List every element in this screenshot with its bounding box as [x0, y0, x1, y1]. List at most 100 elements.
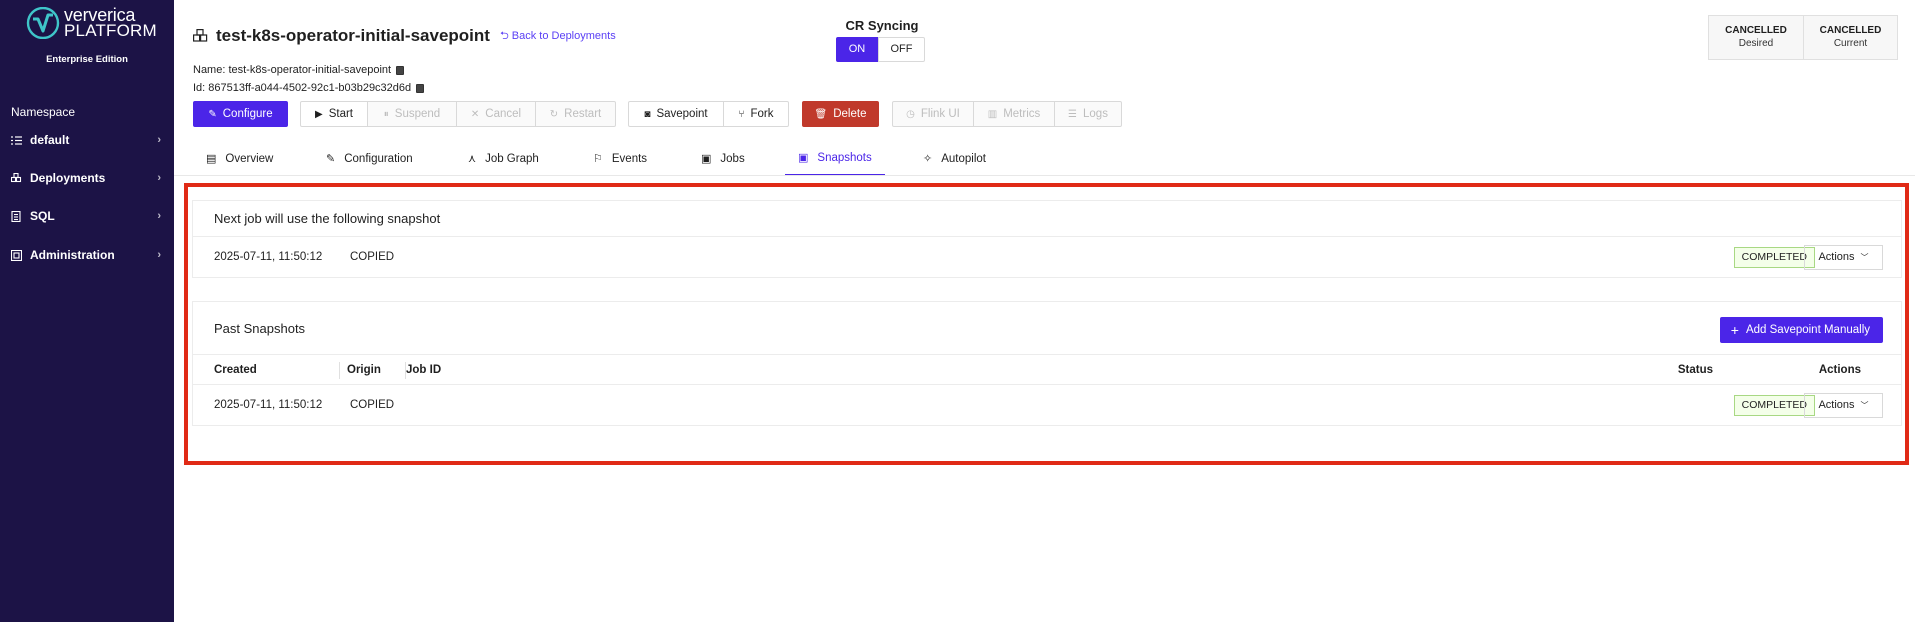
- copy-name-icon[interactable]: [396, 65, 405, 75]
- tab-divider: [174, 175, 1915, 176]
- configure-label: Configure: [222, 108, 273, 120]
- start-button[interactable]: ▶ Start: [300, 101, 368, 127]
- list-icon: [11, 135, 22, 146]
- current-state-label: Current: [1833, 38, 1868, 49]
- sidebar-item-sql[interactable]: SQL ›: [0, 201, 174, 231]
- sidebar-item-label: Deployments: [30, 171, 106, 185]
- desired-state-value: CANCELLED: [1725, 25, 1787, 36]
- trash-icon: 🗑: [814, 108, 828, 120]
- fork-label: Fork: [750, 108, 774, 120]
- chevron-down-icon: ﹀: [1860, 400, 1869, 410]
- suspend-label: Suspend: [394, 108, 441, 120]
- add-savepoint-button[interactable]: + Add Savepoint Manually: [1719, 317, 1883, 343]
- tab-label: Events: [611, 152, 648, 165]
- chart-icon: ▥: [987, 108, 998, 120]
- app-root: ververica PLATFORM Enterprise Edition Na…: [0, 0, 1915, 622]
- cr-syncing: CR Syncing ON OFF: [836, 18, 928, 62]
- sidebar-item-deployments[interactable]: Deployments ›: [0, 163, 174, 193]
- column-actions: Actions: [1818, 363, 1861, 376]
- tab-configuration[interactable]: ✎ Configuration: [326, 141, 413, 176]
- chevron-down-icon: ﹀: [1860, 252, 1869, 262]
- autopilot-icon: ✧: [923, 153, 933, 165]
- savepoint-button[interactable]: ◙ Savepoint: [628, 101, 724, 127]
- status-badge: COMPLETED: [1733, 394, 1815, 416]
- deployment-header: test-k8s-operator-initial-savepoint ⮌ Ba…: [193, 26, 616, 46]
- tab-snapshots[interactable]: ▣ Snapshots: [785, 141, 885, 176]
- cancel-button[interactable]: ✕ Cancel: [456, 101, 536, 127]
- tab-label: Autopilot: [941, 152, 986, 165]
- wrench-icon: ✎: [326, 153, 336, 165]
- back-to-deployments-link[interactable]: ⮌ Back to Deployments: [500, 27, 616, 46]
- cancel-label: Cancel: [485, 108, 522, 120]
- gauge-icon: ◷: [906, 108, 915, 120]
- column-separator: [339, 362, 340, 379]
- deployment-name-text: Name: test-k8s-operator-initial-savepoin…: [193, 64, 392, 76]
- start-label: Start: [328, 108, 353, 120]
- next-snapshot-title: Next job will use the following snapshot: [193, 201, 1901, 237]
- cr-sync-on-button[interactable]: ON: [836, 37, 878, 62]
- back-arrow-icon: ⮌: [499, 29, 509, 42]
- copy-id-icon[interactable]: [416, 83, 425, 93]
- logs-label: Logs: [1083, 108, 1108, 120]
- ververica-logo-icon: [26, 7, 60, 39]
- delete-button[interactable]: 🗑 Delete: [802, 101, 879, 127]
- cr-sync-off-button[interactable]: OFF: [878, 37, 925, 62]
- next-snapshot-card: Next job will use the following snapshot…: [192, 200, 1902, 278]
- snapshot-origin: COPIED: [350, 399, 395, 411]
- flink-ui-label: Flink UI: [920, 108, 960, 120]
- suspend-button[interactable]: ⏸ Suspend: [367, 101, 457, 127]
- tab-autopilot[interactable]: ✧ Autopilot: [923, 141, 986, 176]
- graph-icon: ⋏: [468, 153, 477, 165]
- logo[interactable]: ververica PLATFORM: [26, 6, 157, 40]
- tab-overview[interactable]: ▤ Overview: [206, 141, 273, 176]
- overview-icon: ▤: [206, 153, 217, 165]
- restart-label: Restart: [564, 108, 602, 120]
- sidebar-item-label: default: [30, 133, 70, 147]
- chevron-right-icon: ›: [157, 134, 161, 146]
- actions-dropdown[interactable]: Actions ﹀: [1804, 244, 1883, 270]
- logs-button[interactable]: ☰ Logs: [1054, 101, 1122, 127]
- status-badge: COMPLETED: [1733, 246, 1815, 268]
- delete-label: Delete: [833, 108, 867, 120]
- add-savepoint-label: Add Savepoint Manually: [1745, 324, 1870, 336]
- metrics-label: Metrics: [1003, 108, 1041, 120]
- actions-dropdown[interactable]: Actions ﹀: [1804, 392, 1883, 418]
- snapshot-created: 2025-07-11, 11:50:12: [214, 399, 323, 411]
- tab-label: Snapshots: [817, 151, 872, 164]
- column-job-id: Job ID: [406, 363, 442, 376]
- tab-job-graph[interactable]: ⋏ Job Graph: [468, 141, 539, 176]
- admin-icon: [11, 249, 22, 261]
- cr-syncing-label: CR Syncing: [845, 18, 919, 33]
- events-icon: ⚐: [593, 153, 603, 165]
- back-link-label: Back to Deployments: [511, 30, 616, 42]
- column-status: Status: [1677, 363, 1713, 376]
- close-icon: ✕: [470, 108, 480, 120]
- tab-events[interactable]: ⚐ Events: [593, 141, 647, 176]
- sidebar-item-administration[interactable]: Administration ›: [0, 240, 174, 270]
- sidebar-item-label: SQL: [30, 209, 55, 223]
- snapshot-origin: COPIED: [350, 251, 395, 263]
- deployment-id-line: Id: 867513ff-a044-4502-92c1-b03b29c32d6d: [193, 82, 425, 94]
- savepoint-label: Savepoint: [656, 108, 708, 120]
- fork-button[interactable]: ⑂ Fork: [723, 101, 789, 127]
- jobs-icon: ▣: [701, 153, 712, 165]
- tab-label: Job Graph: [485, 152, 539, 165]
- next-snapshot-row: 2025-07-11, 11:50:12 COPIED COMPLETED Ac…: [193, 237, 1901, 277]
- sidebar: ververica PLATFORM Enterprise Edition Na…: [0, 0, 174, 622]
- restart-button[interactable]: ↻ Restart: [535, 101, 616, 127]
- flink-ui-button[interactable]: ◷ Flink UI: [892, 101, 974, 127]
- table-row: 2025-07-11, 11:50:12 COPIED COMPLETED Ac…: [193, 385, 1901, 425]
- metrics-button[interactable]: ▥ Metrics: [973, 101, 1055, 127]
- tab-label: Jobs: [720, 152, 745, 165]
- sidebar-item-default[interactable]: default ›: [0, 125, 174, 155]
- tab-jobs[interactable]: ▣ Jobs: [701, 141, 745, 176]
- namespace-label: Namespace: [11, 105, 76, 119]
- pause-icon: ⏸: [383, 108, 389, 120]
- logo-platform-text: PLATFORM: [64, 21, 157, 40]
- desired-state: CANCELLED Desired: [1709, 16, 1803, 59]
- restart-icon: ↻: [549, 108, 559, 120]
- sql-icon: [11, 210, 22, 222]
- configure-button[interactable]: ✎ Configure: [193, 101, 288, 127]
- deployment-name-line: Name: test-k8s-operator-initial-savepoin…: [193, 64, 405, 76]
- plus-icon: +: [1730, 322, 1739, 338]
